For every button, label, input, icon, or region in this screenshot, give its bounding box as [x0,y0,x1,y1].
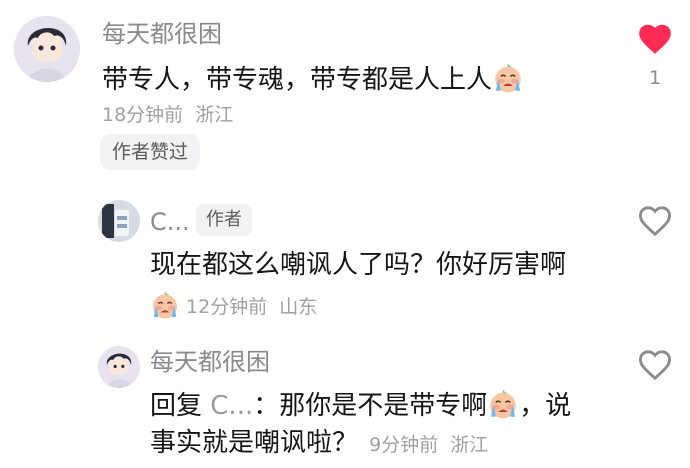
comment-location: 山东 [279,296,318,318]
like-button[interactable] [636,20,674,56]
comment-text: 带专人，带专魂，带专都是人上人 [102,62,524,97]
reply-to-username[interactable]: C... [210,391,253,421]
comment-username[interactable]: C... [150,208,190,236]
avatar[interactable] [98,200,140,242]
comment-username[interactable]: 每天都很困 [102,20,222,48]
avatar[interactable] [14,16,80,82]
avatar-image [98,200,140,242]
comment-text: 现在都这么嘲讽人了吗？你好厉害啊 [150,250,567,280]
avatar-image [14,16,80,82]
like-button[interactable] [636,202,674,238]
heart-filled-icon [639,24,671,54]
comment-time: 12分钟前 [186,296,268,318]
comment-text-content: 事实就是嘲讽啦？ [150,428,359,458]
comment-location: 浙江 [195,104,234,126]
comment-meta: 18分钟前 浙江 [102,103,233,127]
crying-face-emoji-icon [150,290,180,320]
heart-outline-icon [639,206,671,237]
crying-face-emoji-icon [492,62,524,94]
avatar-image [98,346,140,388]
comment-time: 9分钟前 [369,434,439,456]
author-liked-badge: 作者赞过 [100,134,201,170]
like-button[interactable] [636,346,674,382]
avatar[interactable] [98,346,140,388]
comment-time: 18分钟前 [102,104,184,126]
author-tag: 作者 [196,204,252,236]
comment-username[interactable]: 每天都很困 [150,348,270,376]
comment-text-content: 带专人，带专魂，带专都是人上人 [102,65,493,95]
comment-text-content: ，说 [519,391,572,421]
comment-text-content: ：那你是不是带专啊 [253,391,488,421]
like-count: 1 [648,67,662,89]
comment-location: 浙江 [450,434,489,456]
comment-text: 回复 C...：那你是不是带专啊 ，说 [150,388,571,423]
comment-text-line2: 事实就是嘲讽啦？ 9分钟前 浙江 [150,426,488,460]
comment-meta: 12分钟前 山东 [150,290,317,320]
crying-face-emoji-icon [487,388,519,420]
reply-prefix: 回复 [150,391,203,421]
heart-outline-icon [639,350,671,381]
